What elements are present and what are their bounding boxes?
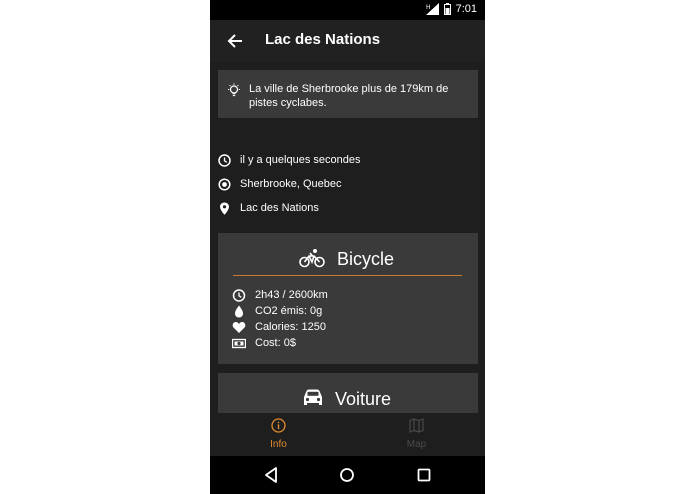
triangle-back-icon [265,467,277,483]
system-navigation-bar [210,456,485,494]
tab-info[interactable]: Info [210,413,347,456]
arrow-left-icon [227,34,242,48]
drop-icon [232,305,246,318]
info-time: il y a quelques secondes [240,154,361,166]
toolbar: Lac des Nations [210,20,485,62]
map-pin-icon [218,202,231,215]
clock-icon [232,289,246,302]
circle-home-icon [340,468,354,482]
svg-text:H: H [426,4,431,11]
home-nav-button[interactable] [337,465,357,485]
bicycle-card-header: Bicycle [218,245,478,271]
tip-card: La ville de Sherbrooke plus de 179km de … [218,70,478,118]
tab-map-label: Map [406,439,427,450]
bicycle-card[interactable]: Bicycle 2h43 / 2600km CO2 émis: 0g Calor… [218,233,478,364]
map-icon [409,418,424,433]
signal-icon: H [425,3,439,15]
info-icon [271,418,286,433]
tab-info-label: Info [270,439,287,450]
phone-screen: H 7:01 Lac des Nations La ville de Sherb… [210,0,485,494]
tab-map[interactable]: Map [348,413,485,456]
back-nav-button[interactable] [262,465,282,485]
stat-duration: 2h43 / 2600km [255,289,328,301]
stat-co2: CO2 émis: 0g [255,305,323,317]
bicycle-icon [299,248,325,268]
square-recents-icon [417,468,431,482]
battery-icon [443,3,451,15]
clock-icon [218,154,231,167]
car-card-header: Voiture [218,385,478,411]
car-label: Voiture [335,389,392,409]
scroll-content[interactable]: La ville de Sherbrooke plus de 179km de … [210,62,485,413]
heart-icon [232,321,246,334]
status-time: 7:01 [455,3,477,15]
gps-target-icon [218,178,231,191]
status-bar: H 7:01 [210,0,485,20]
car-card[interactable]: Voiture [218,373,478,413]
tip-text: La ville de Sherbrooke plus de 179km de … [249,83,449,109]
card-divider [233,275,462,276]
bicycle-label: Bicycle [337,249,395,269]
banknote-icon [231,337,247,350]
bottom-navigation: Info Map [210,413,485,456]
car-icon [301,388,327,408]
page-title: Lac des Nations [265,31,381,48]
back-button[interactable] [227,33,243,49]
info-place: Lac des Nations [240,202,319,214]
recents-nav-button[interactable] [414,465,434,485]
lightbulb-icon [227,83,241,97]
stat-cost: Cost: 0$ [255,337,296,349]
stat-calories: Calories: 1250 [255,321,326,333]
info-location: Sherbrooke, Quebec [240,178,342,190]
